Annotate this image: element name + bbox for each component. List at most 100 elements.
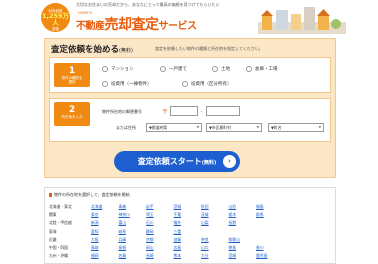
region-name: 北海道・東北 [49,204,72,209]
badge-count: 1,259万人 [41,12,70,27]
type-radio-investment-building[interactable]: 投資用（一棟物件） [102,81,152,87]
location-panel: 2 所在地を入力 物件所在地の郵便番号 〒 - または住所 ▼都道府県 ▼市区郡… [49,98,331,142]
prefecture-link[interactable]: 栃木 [229,212,237,218]
prefecture-link[interactable]: 島根 [119,245,127,251]
step1-text2: 選択 [68,80,76,84]
prefecture-link[interactable]: 兵庫 [119,237,127,243]
prefecture-link[interactable]: 福井 [174,220,182,226]
prefecture-link[interactable]: 奈良 [201,237,209,243]
area-selection-box: 物件の所在地を選択して、査定依頼を開始 北海道・東北 北海道 青森 岩手 宮城 秋田 山形福… [44,187,336,264]
prefecture-link[interactable]: 山形 [229,204,237,210]
prefecture-link[interactable]: 岡山 [146,245,154,251]
prefecture-link[interactable]: 群馬 [256,212,264,218]
prefecture-link[interactable]: 三重 [174,229,182,235]
prefecture-link[interactable]: 大阪 [91,237,99,243]
step1-number: 1 [68,66,76,76]
radio-circle-icon[interactable] [182,81,188,87]
prefecture-link[interactable]: 長崎 [146,253,154,259]
prefecture-link[interactable]: 大分 [201,253,209,259]
prefecture-link[interactable]: 香川 [256,245,264,251]
prefecture-link[interactable]: 新潟 [91,220,99,226]
arrow-right-icon: › [223,155,236,168]
form-title: 査定依頼を始める(無料) [51,43,133,55]
prefecture-link[interactable]: 宮崎 [229,253,237,259]
site-header: 利用者数 1,259万人 突破 大切なお住まいの売却だから、あなたにとって最高の… [0,0,378,36]
type-label: 一戸建て [169,67,187,72]
prefecture-link[interactable]: 千葉 [174,212,182,218]
prefecture-link[interactable]: 福岡 [91,253,99,259]
prefecture-link[interactable]: 愛知 [91,229,99,235]
prefecture-link[interactable]: 宮城 [174,204,182,210]
prefecture-link[interactable]: 鹿児島 [256,253,267,259]
step1-label: 1 物件の種別を 選択 [54,63,90,87]
prefecture-link[interactable]: 長野 [229,220,237,226]
city-select[interactable]: ▼市区郡町村 [206,123,262,132]
region-name: 中国・四国 [49,245,68,250]
step2-text: 所在地を入力 [61,115,83,119]
zip-code-first-input[interactable] [170,106,198,116]
prefecture-select[interactable]: ▼都道府県 [146,123,202,132]
badge-line2: 突破 [52,27,59,31]
logo-main-text: 売却査定 [104,17,160,33]
prefecture-link[interactable]: 岐阜 [119,229,127,235]
radio-circle-icon[interactable] [160,66,166,72]
prefecture-link[interactable]: 鳥取 [91,245,99,251]
logo-suffix: サービス [158,21,198,32]
radio-circle-icon[interactable] [102,81,108,87]
prefecture-link[interactable]: 富山 [119,220,127,226]
type-radio-mansion[interactable]: マンション [102,66,134,72]
type-label: マンション [111,67,134,72]
zip-separator: - [201,109,203,114]
zip-label: 物件所在地の郵便番号 [102,109,142,114]
prefecture-link[interactable]: 北海道 [91,204,102,210]
prefecture-link[interactable]: 熊本 [174,253,182,259]
type-label: 倉庫・工場 [255,67,278,72]
prefecture-link[interactable]: 石川 [146,220,154,226]
type-label: 投資用（区分所有） [191,82,232,87]
prefecture-link[interactable]: 広島 [174,245,182,251]
prefecture-link[interactable]: 埼玉 [146,212,154,218]
prefecture-link[interactable]: 東京 [91,212,99,218]
prefecture-link[interactable]: 福島 [256,204,264,210]
logo-prefix: 不動産 [76,21,105,32]
type-radio-investment-unit[interactable]: 投資用（区分所有） [182,81,232,87]
town-select[interactable]: ▼町名 [268,123,324,132]
area-title: 物件の所在地を選択して、査定依頼を開始 [49,192,130,198]
prefecture-link[interactable]: 和歌山 [229,237,240,243]
cta-free: (無料) [201,160,217,166]
prefecture-link[interactable]: 京都 [146,237,154,243]
form-title-text: 査定依頼を始める [51,45,120,55]
step2-label: 2 所在地を入力 [54,102,90,126]
prefecture-link[interactable]: 徳島 [229,245,237,251]
zip-code-second-input[interactable] [206,106,240,116]
prefecture-link[interactable]: 茨城 [201,212,209,218]
start-assessment-button[interactable]: 査定依頼スタート(無料) › [114,151,240,172]
user-count-badge: 利用者数 1,259万人 突破 [41,3,70,32]
region-name: 東海 [49,228,57,234]
prefecture-link[interactable]: 滋賀 [174,237,182,243]
prefecture-link[interactable]: 山梨 [201,220,209,226]
radio-circle-icon[interactable] [212,66,218,72]
form-title-free: (無料) [119,48,133,54]
prefecture-link[interactable]: 静岡 [146,229,154,235]
radio-circle-icon[interactable] [246,66,252,72]
form-note: 査定を依頼したい物件の種類と所在地を指定してください。 [155,46,263,51]
tagline: 大切なお住まいの売却だから、あなたにとって最高の価格を見つけてもらいたい [76,2,220,7]
region-name: 関東 [49,212,57,218]
zip-mark: 〒 [162,109,169,116]
prefecture-link[interactable]: 青森 [119,204,127,210]
type-radio-warehouse[interactable]: 倉庫・工場 [246,66,278,72]
region-name: 北陸・甲信越 [49,220,72,226]
prefecture-link[interactable]: 神奈川 [119,212,130,218]
type-radio-house[interactable]: 一戸建て [160,66,187,72]
region-name: 九州・沖縄 [49,253,68,259]
property-type-panel: 1 物件の種別を 選択 マンション 一戸建て 土地 倉庫・工場 投資用（一棟物件… [49,57,331,93]
radio-circle-icon[interactable] [102,66,108,72]
site-logo[interactable]: 不動産売却査定サービス [76,14,197,34]
prefecture-link[interactable]: 岩手 [146,204,154,210]
address-label: または住所 [116,125,136,130]
prefecture-link[interactable]: 秋田 [201,204,209,210]
prefecture-link[interactable]: 佐賀 [119,253,127,259]
type-radio-land[interactable]: 土地 [212,66,230,72]
prefecture-link[interactable]: 山口 [201,245,209,251]
